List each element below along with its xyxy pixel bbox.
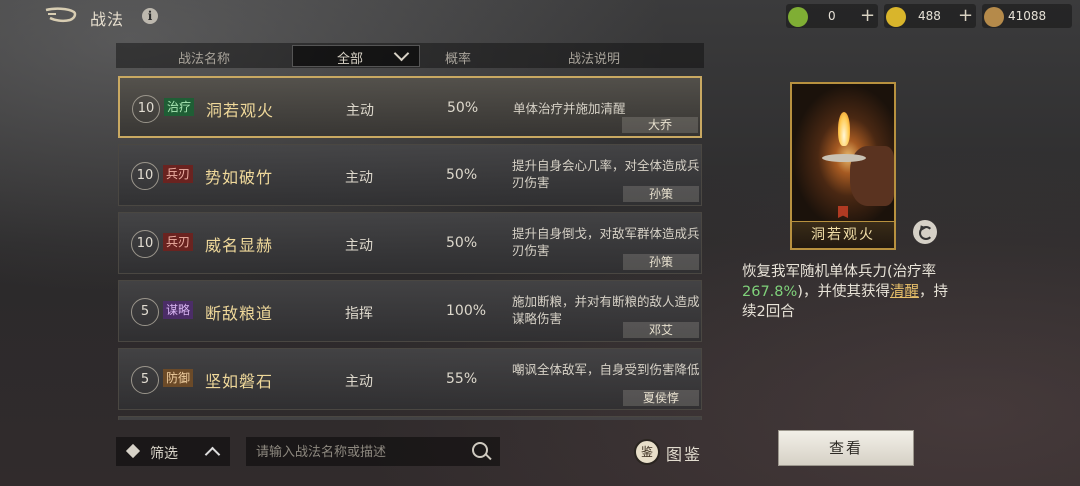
skill-type: 指挥 xyxy=(345,306,373,322)
skill-description: 单体治疗并施加清醒 xyxy=(513,101,626,116)
gold-icon xyxy=(886,7,906,27)
skill-tag: 谋略 xyxy=(163,301,194,319)
category-filter-select[interactable]: 全部 xyxy=(292,45,420,67)
skill-level: 5 xyxy=(131,366,159,394)
chevron-down-icon xyxy=(393,45,410,62)
skill-rate: 50% xyxy=(446,235,478,251)
gold-value: 488 xyxy=(918,9,941,23)
copper-currency: 41088 xyxy=(982,4,1072,28)
jade-icon xyxy=(788,7,808,27)
skill-owner: 夏侯惇 xyxy=(623,390,699,406)
codex-icon: 鉴 xyxy=(634,439,660,465)
top-bar: 战法 i 0 + 488 + 41088 xyxy=(0,0,1080,34)
skill-rate: 50% xyxy=(446,167,478,183)
filter-button[interactable]: 筛选 xyxy=(116,437,230,466)
jade-value: 0 xyxy=(828,9,836,23)
skill-level: 10 xyxy=(131,162,159,190)
skill-row[interactable]: 10 兵刃 势如破竹 主动 50% 提升自身会心几率，对全体造成兵刃伤害 孙策 xyxy=(118,144,702,206)
add-gold-button[interactable]: + xyxy=(958,5,973,26)
refresh-icon[interactable] xyxy=(913,220,937,244)
view-button[interactable]: 查看 xyxy=(778,430,914,466)
skill-name: 洞若观火 xyxy=(206,101,275,120)
filter-value: 全部 xyxy=(337,52,364,67)
skill-list[interactable]: 10 治疗 洞若观火 主动 50% 单体治疗并施加清醒 大乔 10 兵刃 势如破… xyxy=(116,74,706,420)
search-input[interactable] xyxy=(254,441,468,463)
skill-type: 主动 xyxy=(345,170,373,186)
skill-rate: 100% xyxy=(446,303,487,319)
search-box xyxy=(246,437,500,466)
skill-description: 嘲讽全体敌军，自身受到伤害降低 xyxy=(512,362,700,377)
card-art-candle xyxy=(822,154,866,162)
codex-button[interactable]: 鉴 图鉴 xyxy=(632,437,704,466)
skill-name: 威名显赫 xyxy=(205,236,274,255)
skill-row-partial[interactable] xyxy=(118,416,702,420)
skill-level: 5 xyxy=(131,298,159,326)
skill-rate: 55% xyxy=(446,371,478,387)
col-skill-name: 战法名称 xyxy=(178,52,231,67)
back-icon[interactable] xyxy=(44,6,78,26)
skill-name: 断敌粮道 xyxy=(205,304,274,323)
page-title: 战法 xyxy=(90,10,125,29)
search-icon[interactable] xyxy=(472,442,488,458)
skill-tag: 兵刃 xyxy=(163,165,194,183)
skill-row[interactable]: 10 治疗 洞若观火 主动 50% 单体治疗并施加清醒 大乔 xyxy=(118,76,702,138)
detail-text-2: )，并使其获得 xyxy=(797,284,890,300)
skill-owner: 邓艾 xyxy=(623,322,699,338)
skill-type: 主动 xyxy=(345,374,373,390)
copper-value: 41088 xyxy=(1008,9,1047,23)
skill-owner: 大乔 xyxy=(622,117,698,133)
info-icon[interactable]: i xyxy=(142,8,158,24)
jade-currency: 0 + xyxy=(786,4,878,28)
skill-tag: 兵刃 xyxy=(163,233,194,251)
filter-icon xyxy=(125,443,141,459)
skill-row[interactable]: 10 兵刃 威名显赫 主动 50% 提升自身倒戈，对敌军群体造成兵刃伤害 孙策 xyxy=(118,212,702,274)
skill-level: 10 xyxy=(131,230,159,258)
skill-card-name: 洞若观火 xyxy=(792,221,894,248)
add-jade-button[interactable]: + xyxy=(860,5,875,26)
copper-coin-icon xyxy=(984,7,1004,27)
col-rate: 概率 xyxy=(445,52,472,67)
col-description: 战法说明 xyxy=(568,52,621,67)
skill-owner: 孙策 xyxy=(623,254,699,270)
skill-owner: 孙策 xyxy=(623,186,699,202)
skill-tag: 治疗 xyxy=(164,98,195,116)
skill-type: 主动 xyxy=(345,238,373,254)
skill-card-artwork xyxy=(792,84,894,224)
card-mark-icon xyxy=(838,206,848,218)
skill-name: 势如破竹 xyxy=(205,168,274,187)
heal-rate: 267.8% xyxy=(742,284,798,300)
chevron-up-icon xyxy=(204,446,221,463)
detail-text-1: 恢复我军随机单体兵力(治疗率 xyxy=(742,264,937,280)
skill-type: 主动 xyxy=(346,103,374,119)
card-art-flame xyxy=(838,112,850,146)
skill-tag: 防御 xyxy=(163,369,194,387)
skill-row[interactable]: 5 谋略 断敌粮道 指挥 100% 施加断粮，并对有断粮的敌人造成谋略伤害 邓艾 xyxy=(118,280,702,342)
skill-rate: 50% xyxy=(447,100,479,116)
skill-card: 洞若观火 xyxy=(790,82,896,250)
gold-currency: 488 + xyxy=(884,4,976,28)
skill-detail-text: 恢复我军随机单体兵力(治疗率267.8%)，并使其获得清醒，持续2回合 xyxy=(742,262,960,322)
codex-label: 图鉴 xyxy=(666,445,703,464)
filter-label: 筛选 xyxy=(150,446,178,462)
table-header: 战法名称 全部 概率 战法说明 xyxy=(116,43,704,68)
skill-level: 10 xyxy=(132,95,160,123)
status-link[interactable]: 清醒 xyxy=(890,284,919,300)
skill-name: 坚如磐石 xyxy=(205,372,274,391)
skill-row[interactable]: 5 防御 坚如磐石 主动 55% 嘲讽全体敌军，自身受到伤害降低 夏侯惇 xyxy=(118,348,702,410)
